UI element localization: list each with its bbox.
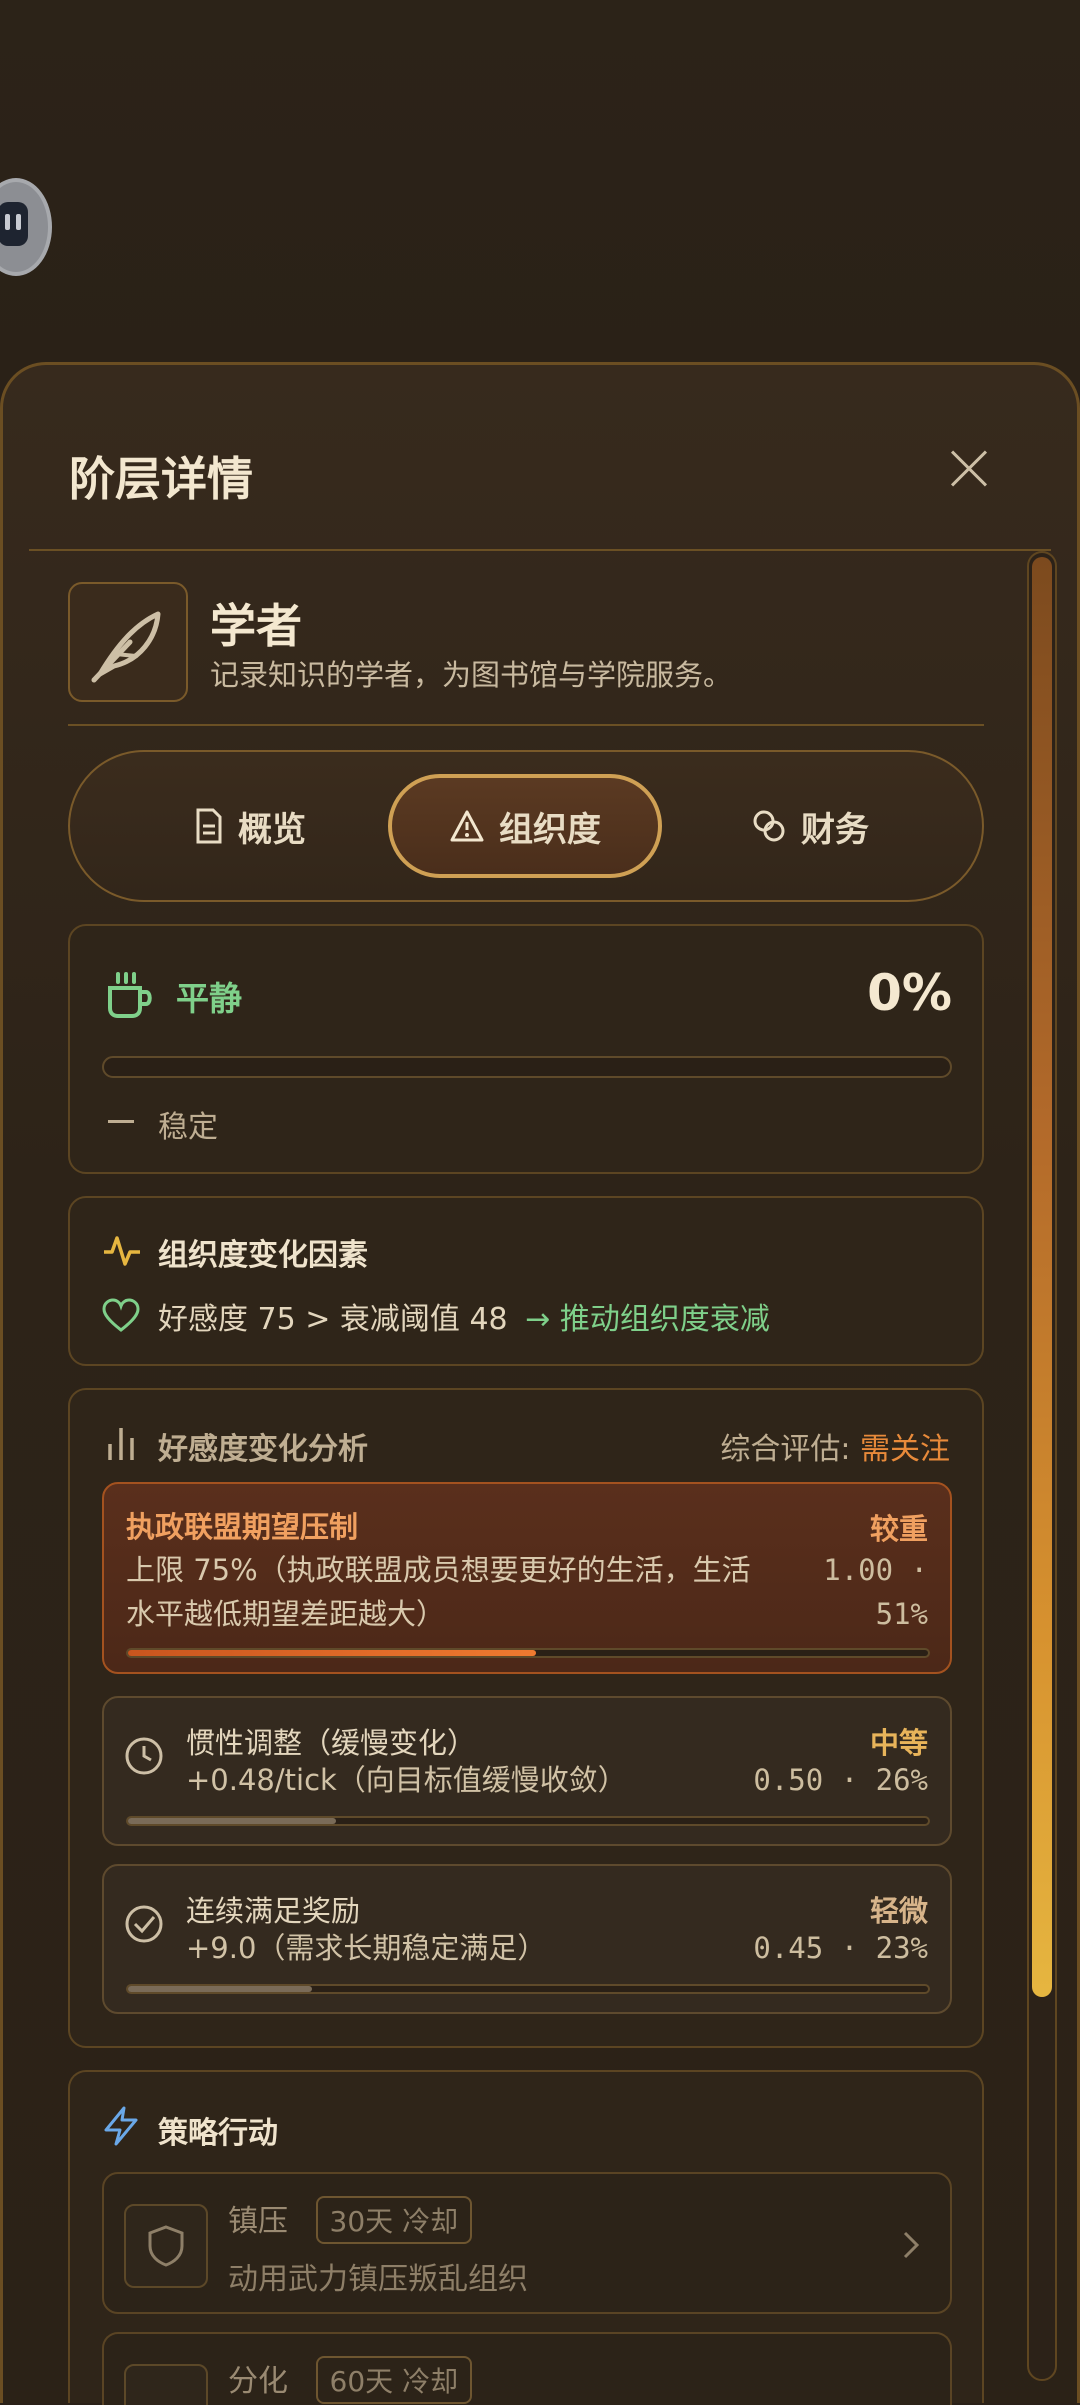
panel-title: 阶层详情 — [69, 452, 253, 506]
actions-card: 策略行动 镇压 30天 冷却 动用武力镇压叛乱组织 分化 60天 冷却 — [68, 2070, 984, 2405]
action-icon-box — [124, 2204, 208, 2288]
item-value: 0.45 · 23% — [753, 1931, 928, 1965]
scrollbar[interactable] — [1027, 551, 1057, 2381]
action-description: 动用武力镇压叛乱组织 — [228, 2262, 528, 2297]
tab-label: 组织度 — [499, 809, 601, 850]
chevron-right-icon — [903, 2231, 920, 2259]
item-level: 轻微 — [869, 1894, 928, 1928]
status-percent: 0% — [867, 964, 952, 1022]
action-icon-box — [124, 2364, 208, 2405]
status-card: 平静 0% 稳定 — [68, 924, 984, 1174]
factors-title: 组织度变化因素 — [158, 1238, 368, 1273]
item-share-fill — [128, 1650, 536, 1656]
analysis-item-expectation[interactable]: 执政联盟期望压制 较重 上限 75%（执政联盟成员想要更好的生活，生活 水平越低… — [102, 1482, 952, 1674]
tab-overview[interactable]: 概览 — [110, 774, 390, 878]
status-progress-bar — [102, 1056, 952, 1078]
role-avatar — [68, 582, 188, 702]
eval-label: 综合评估: — [720, 1432, 851, 1467]
shield-icon — [148, 2225, 184, 2267]
eval-value: 需关注 — [860, 1432, 950, 1467]
item-detail-line2: 水平越低期望差距越大） — [126, 1597, 446, 1631]
document-icon — [196, 808, 222, 844]
item-name: 惯性调整（缓慢变化） — [186, 1726, 477, 1760]
bar-chart-icon — [108, 1428, 134, 1460]
factors-card: 组织度变化因素 好感度 75 > 衰减阈值 48 → 推动组织度衰减 — [68, 1196, 984, 1366]
minus-icon — [108, 1120, 134, 1123]
role-divider — [68, 724, 984, 726]
analysis-title: 好感度变化分析 — [158, 1432, 368, 1467]
item-name: 执政联盟期望压制 — [126, 1510, 359, 1544]
item-name: 连续满足奖励 — [186, 1894, 361, 1928]
status-label: 平静 — [176, 979, 242, 1018]
item-detail: +0.48/tick（向目标值缓慢收敛） — [186, 1763, 627, 1797]
factor-result: → 推动组织度衰减 — [525, 1302, 770, 1337]
action-name: 分化 — [228, 2364, 288, 2399]
item-share-fill — [128, 1818, 336, 1824]
scrollbar-thumb[interactable] — [1032, 557, 1052, 1997]
item-share-bar — [126, 1816, 930, 1826]
pulse-icon — [104, 1236, 140, 1266]
action-suppress[interactable]: 镇压 30天 冷却 动用武力镇压叛乱组织 — [102, 2172, 952, 2314]
analysis-card: 好感度变化分析 综合评估: 需关注 执政联盟期望压制 较重 上限 75%（执政联… — [68, 1388, 984, 2048]
item-detail: +9.0（需求长期稳定满足） — [186, 1931, 547, 1965]
header-divider — [29, 549, 1051, 551]
role-name: 学者 — [210, 599, 302, 653]
cooldown-badge: 30天 冷却 — [315, 2196, 473, 2244]
role-description: 记录知识的学者，为图书馆与学院服务。 — [210, 658, 733, 692]
tab-label: 概览 — [238, 809, 306, 850]
feather-quill-icon — [91, 611, 161, 683]
actions-title: 策略行动 — [158, 2116, 278, 2151]
item-share-bar — [126, 1648, 930, 1658]
heart-icon — [102, 1298, 140, 1332]
tab-organization[interactable]: 组织度 — [388, 774, 662, 878]
cooldown-badge: 60天 冷却 — [315, 2356, 473, 2404]
tab-label: 财务 — [801, 809, 869, 850]
action-divide[interactable]: 分化 60天 冷却 — [102, 2332, 952, 2405]
action-name: 镇压 — [228, 2204, 288, 2239]
check-circle-icon — [125, 1905, 163, 1943]
item-value: 1.00 · — [823, 1553, 928, 1587]
analysis-item-satisfaction[interactable]: 连续满足奖励 轻微 +9.0（需求长期稳定满足） 0.45 · 23% — [102, 1864, 952, 2014]
close-icon[interactable] — [949, 449, 989, 489]
lightning-icon — [104, 2106, 138, 2146]
factor-text: 好感度 75 > 衰减阈值 48 — [158, 1302, 508, 1337]
coffee-cup-icon — [108, 972, 152, 1018]
item-percent: 51% — [875, 1597, 928, 1631]
tab-finance[interactable]: 财务 — [670, 774, 950, 878]
item-level: 较重 — [869, 1512, 928, 1546]
item-share-fill — [128, 1986, 312, 1992]
item-share-bar — [126, 1984, 930, 1994]
trend-label: 稳定 — [158, 1110, 218, 1145]
item-detail-line1: 上限 75%（执政联盟成员想要更好的生活，生活 — [126, 1553, 751, 1587]
tab-bar: 概览 组织度 财务 — [68, 750, 984, 902]
clock-icon — [125, 1737, 163, 1775]
analysis-item-inertia[interactable]: 惯性调整（缓慢变化） 中等 +0.48/tick（向目标值缓慢收敛） 0.50 … — [102, 1696, 952, 1846]
pause-icon — [0, 202, 28, 246]
coins-icon — [753, 810, 785, 842]
background-top — [0, 0, 1080, 380]
item-value: 0.50 · 26% — [753, 1763, 928, 1797]
item-level: 中等 — [869, 1726, 928, 1760]
warning-triangle-icon — [450, 810, 484, 842]
